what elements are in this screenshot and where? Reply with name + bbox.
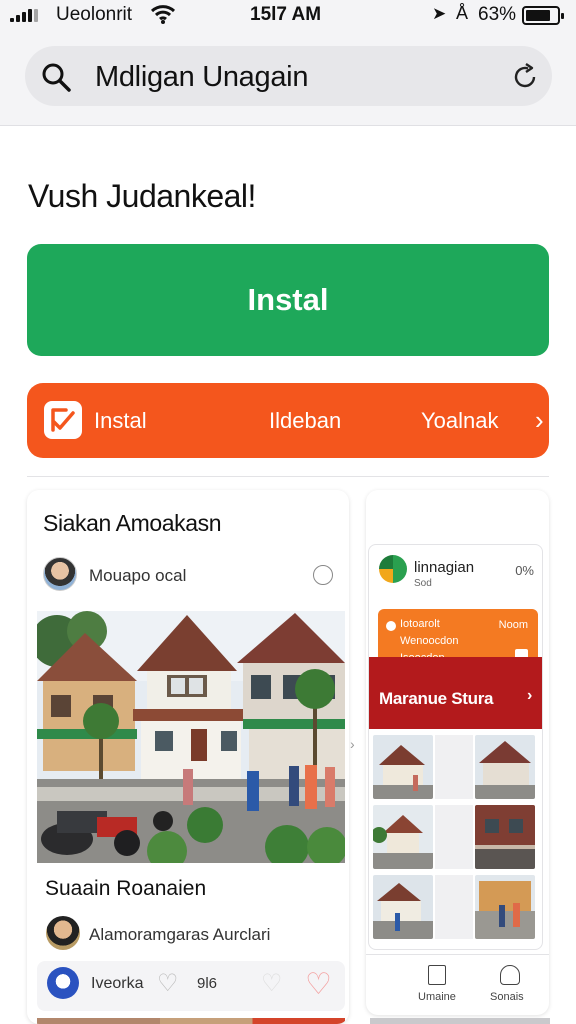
profile-tab-icon[interactable] — [500, 965, 520, 985]
install-button[interactable]: Instal — [27, 244, 549, 356]
promo-line-2: Wenoocdon — [400, 635, 459, 647]
heart-outline-icon[interactable]: ♡ — [157, 969, 179, 998]
clock: 15l7 AM — [250, 4, 322, 25]
banner-text: Maranue Stura — [379, 689, 494, 708]
battery-percent: 63% — [478, 4, 517, 25]
thumbnail-spacer — [435, 875, 473, 939]
heart-pink-icon[interactable]: ♡ — [305, 967, 332, 1002]
reload-icon[interactable] — [510, 62, 540, 92]
next-card-preview — [370, 1018, 550, 1024]
banner-chevron-icon[interactable]: › — [527, 687, 532, 705]
search-query[interactable]: Mdligan Unagain — [95, 61, 308, 94]
feed-card-left[interactable]: Siakan Amoakasn Mouapo ocal Suaain Roana… — [27, 490, 349, 1024]
home-tab-icon[interactable] — [428, 965, 446, 985]
thumbnail-spacer — [435, 735, 473, 799]
thumbnail[interactable] — [475, 875, 535, 939]
card-footer: Iveorka ♡ 9l6 ♡ ♡ — [37, 961, 345, 1011]
app-logo-icon — [379, 555, 407, 583]
thumbnail[interactable] — [475, 805, 535, 869]
feed-card-right[interactable]: linnagian Sod 0% Iotoarolt Wenoocdon Iso… — [366, 490, 549, 1015]
like-count: 9l6 — [197, 975, 218, 992]
signal-icon — [10, 9, 38, 22]
user-name[interactable]: Mouapo ocal — [89, 566, 186, 586]
orange-action-bar[interactable]: Instal Ildeban Yoalnak › — [27, 383, 549, 458]
page-heading: Vush Judankeal! — [28, 178, 256, 214]
promo-tag: Noom — [498, 619, 528, 631]
search-header: Mdligan Unagain — [0, 32, 576, 126]
bluetooth-icon: Å — [456, 3, 469, 23]
app-percent: 0% — [515, 563, 534, 578]
thumbnail-spacer — [435, 805, 473, 869]
location-icon: ➤ — [432, 4, 447, 23]
thumbnail[interactable] — [475, 735, 535, 799]
thumbnail[interactable] — [373, 805, 433, 869]
chevron-right-icon[interactable]: › — [535, 405, 544, 436]
card-title: Siakan Amoakasn — [43, 510, 222, 536]
app-badge-icon — [44, 401, 82, 439]
app-screen: Ueolonrit 15l7 AM ➤ Å 63% Mdligan Unagai… — [0, 0, 576, 1024]
app-preview-panel[interactable]: linnagian Sod 0% Iotoarolt Wenoocdon Iso… — [368, 544, 543, 950]
search-bar[interactable]: Mdligan Unagain — [25, 46, 552, 106]
author-avatar[interactable] — [46, 916, 80, 950]
next-post-preview — [37, 1018, 345, 1024]
post-subtitle[interactable]: Suaain Roanaien — [45, 877, 206, 901]
footer-avatar[interactable] — [47, 967, 79, 999]
divider — [27, 476, 549, 477]
tab-umaine[interactable]: Umaine — [418, 991, 456, 1003]
avatar[interactable] — [43, 557, 77, 591]
orange-bar-label-right[interactable]: Yoalnak — [421, 408, 498, 434]
battery-icon — [522, 6, 564, 25]
tab-sonais[interactable]: Sonais — [490, 991, 524, 1003]
thumbnail[interactable] — [373, 875, 433, 939]
promo-line-1: Iotoarolt — [400, 618, 440, 630]
footer-name[interactable]: Iveorka — [91, 975, 143, 993]
banner[interactable]: Maranue Stura › — [369, 657, 542, 729]
scroll-indicator-icon: › — [350, 736, 355, 752]
heart-faded-icon[interactable]: ♡ — [261, 969, 283, 998]
author-name[interactable]: Alamoramgaras Aurclari — [89, 925, 270, 945]
status-bar: Ueolonrit 15l7 AM ➤ Å 63% — [0, 0, 576, 32]
app-subtitle: Sod — [414, 578, 432, 589]
options-icon[interactable] — [313, 565, 333, 585]
promo-dot-icon — [386, 621, 396, 631]
search-icon[interactable] — [41, 62, 71, 92]
orange-bar-label-left[interactable]: Instal — [94, 408, 147, 434]
orange-bar-label-middle[interactable]: Ildeban — [269, 408, 341, 434]
thumbnail[interactable] — [373, 735, 433, 799]
app-name: linnagian — [414, 559, 475, 576]
wifi-icon — [150, 5, 176, 24]
tab-bar: Umaine Sonais — [366, 954, 549, 1015]
carrier-label: Ueolonrit — [56, 4, 133, 25]
house-photo[interactable] — [37, 611, 345, 863]
